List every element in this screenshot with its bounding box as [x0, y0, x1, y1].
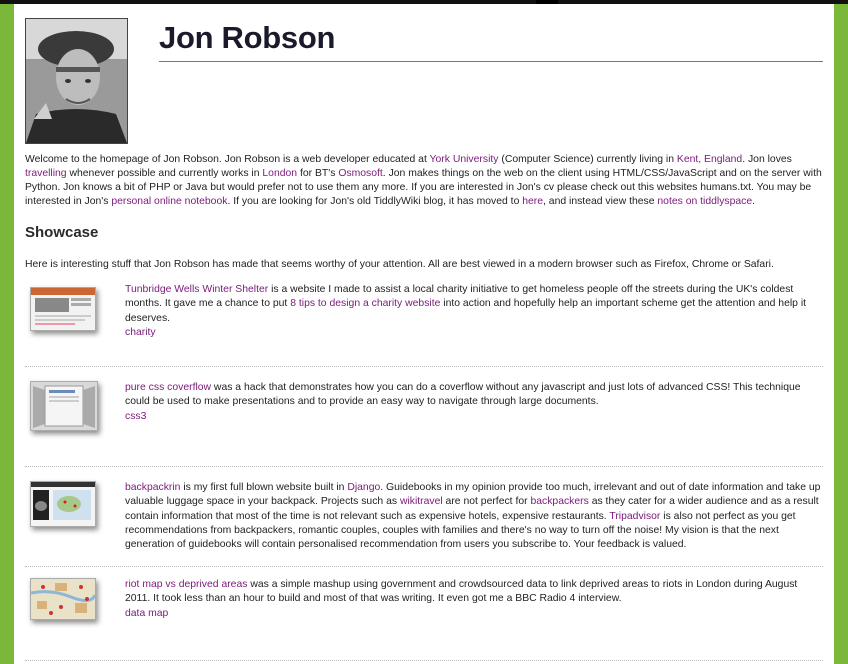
page-title: Jon Robson: [159, 20, 336, 55]
tag-link[interactable]: data map: [125, 607, 823, 621]
link-wikitravel[interactable]: wikitravel: [400, 496, 443, 507]
item-title-link[interactable]: riot map vs deprived areas: [125, 579, 247, 590]
showcase-intro: Here is interesting stuff that Jon Robso…: [25, 259, 774, 270]
intro-text: whenever possible and currently works in: [66, 168, 263, 179]
intro-text: (Computer Science) currently living in: [498, 154, 677, 165]
showcase-heading: Showcase: [25, 224, 99, 241]
item-description: backpackrin is my first full blown websi…: [125, 481, 823, 552]
map-icon: [31, 579, 95, 619]
link-tripadvisor[interactable]: Tripadvisor: [609, 511, 660, 522]
link-personal-notebook[interactable]: personal online notebook: [111, 196, 227, 207]
item-description: Tunbridge Wells Winter Shelter is a webs…: [125, 283, 823, 340]
tag-link[interactable]: charity: [125, 326, 823, 340]
thumbnail-backpackrin[interactable]: [30, 481, 96, 527]
screenshot-icon: [31, 382, 97, 430]
intro-paragraph: Welcome to the homepage of Jon Robson. J…: [25, 153, 823, 209]
screenshot-icon: [31, 482, 95, 526]
title-divider: [159, 61, 823, 62]
thumbnail-riot-map[interactable]: [30, 578, 96, 620]
intro-text: for BT's: [297, 168, 339, 179]
item-separator: [25, 366, 823, 367]
avatar: [25, 18, 128, 144]
link-kent-england[interactable]: Kent, England: [677, 154, 742, 165]
screenshot-icon: [31, 288, 95, 330]
intro-text: . Jon loves: [742, 154, 792, 165]
avatar-photo-icon: [26, 19, 127, 143]
item-separator: [25, 660, 823, 661]
item-title-link[interactable]: backpackrin: [125, 482, 180, 493]
intro-text: .: [752, 196, 756, 207]
thumbnail-coverflow[interactable]: [30, 381, 98, 431]
link-york-university[interactable]: York University: [430, 154, 499, 165]
item-title-link[interactable]: Tunbridge Wells Winter Shelter: [125, 284, 268, 295]
item-text: was a hack that demonstrates how you can…: [125, 382, 801, 408]
tag-link[interactable]: css3: [125, 410, 823, 424]
item-title-link[interactable]: pure css coverflow: [125, 382, 211, 393]
thumbnail-charity-site[interactable]: [30, 287, 96, 331]
link-london[interactable]: London: [262, 168, 297, 179]
link-charity-tips[interactable]: 8 tips to design a charity website: [290, 298, 440, 309]
item-separator: [25, 466, 823, 467]
link-backpackers[interactable]: backpackers: [530, 496, 588, 507]
item-description: pure css coverflow was a hack that demon…: [125, 381, 823, 424]
intro-text: , and instead view these: [543, 196, 658, 207]
intro-text: . If you are looking for Jon's old Tiddl…: [227, 196, 523, 207]
item-description: riot map vs deprived areas was a simple …: [125, 578, 823, 621]
intro-text: Welcome to the homepage of Jon Robson. J…: [25, 154, 430, 165]
item-text: is my first full blown website built in: [180, 482, 348, 493]
link-travelling[interactable]: travelling: [25, 168, 67, 179]
link-notes-tiddlyspace[interactable]: notes on tiddlyspace: [657, 196, 752, 207]
item-separator: [25, 566, 823, 567]
link-here[interactable]: here: [522, 196, 543, 207]
link-django[interactable]: Django: [347, 482, 380, 493]
page-content: Jon Robson Welcome to the homepage of Jo…: [14, 4, 834, 664]
link-osmosoft[interactable]: Osmosoft: [338, 168, 382, 179]
item-text: are not perfect for: [442, 496, 531, 508]
